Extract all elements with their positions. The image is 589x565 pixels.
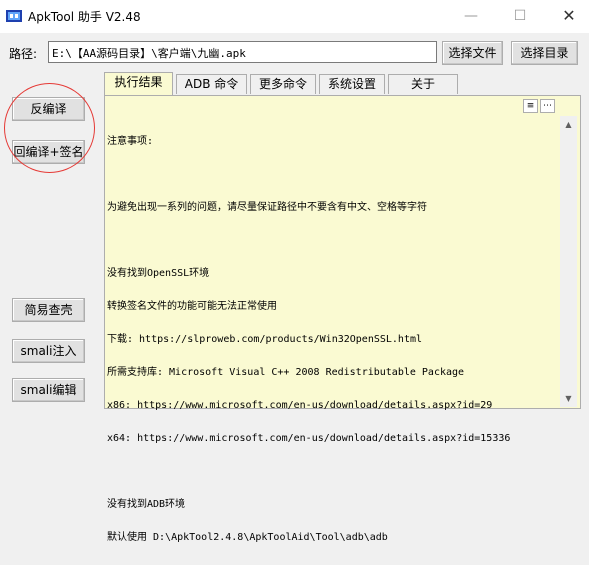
output-panel[interactable]: 注意事项: 为避免出现一系列的问题，请尽量保证路径中不要含有中文、空格等字符 没… (104, 95, 581, 543)
select-directory-button[interactable]: 选择目录 (511, 41, 578, 65)
output-line: 所需支持库: Microsoft Visual C++ 2008 Redistr… (107, 367, 465, 378)
close-button[interactable]: ✕ (554, 4, 584, 28)
output-line: 转换签名文件的功能可能无法正常使用 (107, 301, 277, 312)
output-line: 为避免出现一系列的问题，请尽量保证路径中不要含有中文、空格等字符 (107, 202, 427, 213)
output-line: x64: https://www.microsoft.com/en-us/dow… (107, 433, 511, 444)
window-title: ApkTool 助手 V2.48 (28, 10, 141, 24)
smali-inject-button[interactable]: smali注入 (12, 339, 85, 363)
path-label: 路径: (9, 47, 38, 61)
more-icon[interactable]: ⋯ (540, 99, 555, 113)
tab-about[interactable]: 关于 (388, 74, 458, 94)
tab-more-commands[interactable]: 更多命令 (250, 74, 316, 94)
output-line: 注意事项: (107, 136, 154, 147)
path-input[interactable]: E:\【AA源码目录】\客户端\九幽.apk (48, 41, 437, 63)
tab-adb-commands[interactable]: ADB 命令 (176, 74, 247, 94)
annotation-circle (4, 83, 95, 173)
minimize-button[interactable]: — (456, 4, 486, 28)
output-line: 默认使用 D:\ApkTool2.4.8\ApkToolAid\Tool\adb… (107, 532, 388, 543)
output-line: 下载: https://slproweb.com/products/Win32O… (107, 334, 423, 345)
smali-edit-button[interactable]: smali编辑 (12, 378, 85, 402)
output-text: 注意事项: 为避免出现一系列的问题，请尽量保证路径中不要含有中文、空格等字符 没… (105, 104, 545, 565)
list-icon[interactable]: ≡ (523, 99, 538, 113)
tab-system-settings[interactable]: 系统设置 (319, 74, 385, 94)
app-icon (6, 10, 22, 22)
shell-check-button[interactable]: 简易查壳 (12, 298, 85, 322)
output-line: 没有找到OpenSSL环境 (107, 268, 210, 279)
scroll-up-arrow-icon[interactable]: ▲ (560, 116, 577, 133)
output-line: 没有找到ADB环境 (107, 499, 186, 510)
title-bar: ApkTool 助手 V2.48 — ☐ ✕ (0, 0, 589, 33)
select-file-button[interactable]: 选择文件 (442, 41, 503, 65)
tab-execution-result[interactable]: 执行结果 (104, 72, 173, 95)
scroll-down-arrow-icon[interactable]: ▼ (560, 390, 577, 407)
output-line: x86: https://www.microsoft.com/en-us/dow… (107, 400, 493, 411)
vertical-scrollbar[interactable] (560, 116, 577, 407)
maximize-button[interactable]: ☐ (505, 4, 535, 28)
